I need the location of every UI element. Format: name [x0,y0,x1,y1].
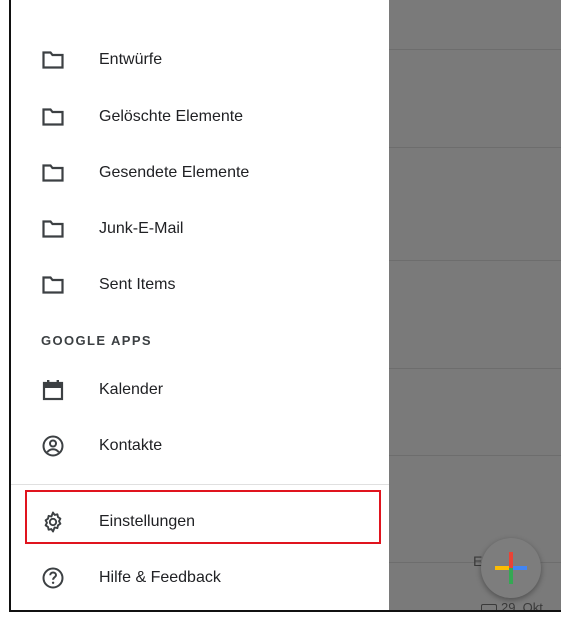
label-icon [481,603,497,610]
drawer-item-sent-items[interactable]: Sent Items [11,257,389,313]
folder-icon [41,273,65,297]
drawer-item-label: Sent Items [99,276,176,293]
drawer-item-label: Gesendete Elemente [99,164,250,181]
folder-icon [41,105,65,129]
drawer-item-kalender[interactable]: Kalender [11,362,389,418]
compose-fab[interactable] [481,538,541,598]
drawer-item-label: Kontakte [99,437,163,454]
plus-icon [495,552,527,584]
row-divider [389,147,561,148]
drawer-item-label: Junk-E-Mail [99,220,184,237]
drawer-item-label: Entwürfe [99,51,163,68]
drawer-item-label: Einstellungen [99,513,196,530]
row-divider [389,260,561,261]
drawer-divider [11,484,389,485]
help-icon [41,566,65,590]
drawer-item-label: Hilfe & Feedback [99,569,221,586]
drawer-item-einstellungen[interactable]: Einstellungen [11,494,389,550]
folder-icon [41,161,65,185]
gear-icon [41,510,65,534]
navigation-drawer: Entwürfe Gelöschte Elemente Gesendete El… [11,0,389,610]
drawer-item-entwuerfe[interactable]: Entwürfe [11,32,389,88]
drawer-item-hilfe-feedback[interactable]: Hilfe & Feedback [11,550,389,606]
row-divider [389,368,561,369]
drawer-item-kontakte[interactable]: Kontakte [11,418,389,474]
contacts-icon [41,434,65,458]
background-scrim[interactable] [389,0,561,610]
row-divider [389,455,561,456]
drawer-item-label: Gelöschte Elemente [99,108,244,125]
drawer-item-junk-e-mail[interactable]: Junk-E-Mail [11,201,389,257]
app-frame: E 29. Okt Entwürfe Gelöschte Elemente Ge… [9,0,561,612]
drawer-item-label: Kalender [99,381,164,398]
drawer-item-geloeschte-elemente[interactable]: Gelöschte Elemente [11,89,389,145]
folder-icon [41,217,65,241]
drawer-item-archiv[interactable] [11,0,389,16]
background-date: 29. Okt [481,600,543,610]
section-title-google-apps: GOOGLE APPS [41,333,152,348]
folder-icon [41,48,65,72]
calendar-icon [41,378,65,402]
drawer-item-gesendete-elemente[interactable]: Gesendete Elemente [11,145,389,201]
row-divider [389,49,561,50]
